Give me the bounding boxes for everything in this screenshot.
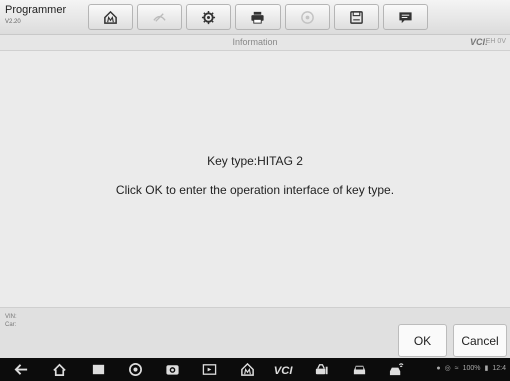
help-button[interactable]	[284, 4, 330, 30]
status-area: ● ◎ ≈ 100% ▮ 12:4	[436, 364, 506, 373]
settings-gear-icon	[202, 10, 216, 24]
footer: VIN: Car: OK Cancel	[0, 307, 510, 359]
home-icon	[104, 10, 117, 24]
vehicle-service-icon	[315, 364, 328, 375]
home-nav-button[interactable]	[52, 362, 67, 377]
back-arrow-icon	[14, 364, 28, 375]
chat-status-icon: ●	[436, 364, 441, 372]
print-button[interactable]	[235, 4, 281, 30]
ok-button[interactable]: OK	[398, 324, 447, 357]
app-title: Programmer	[5, 4, 67, 16]
recent-apps-button[interactable]	[91, 362, 106, 377]
notification-icon: ◎	[444, 365, 451, 372]
recent-apps-icon	[92, 364, 105, 375]
vehicle-swap-button[interactable]	[137, 4, 183, 30]
message-button[interactable]	[382, 4, 428, 30]
wifi-icon: ≈	[454, 364, 459, 372]
car-icon	[353, 365, 366, 375]
screen-mirror-button[interactable]	[202, 362, 217, 377]
home-menu-button[interactable]	[240, 362, 255, 377]
home-menu-icon	[241, 362, 254, 376]
key-type-text: Key type:HITAG 2	[207, 154, 303, 168]
app-version: V2.20	[5, 19, 21, 25]
main-content: Key type:HITAG 2 Click OK to enter the o…	[0, 51, 510, 307]
toolbar	[88, 4, 428, 30]
vin-label: VIN:	[5, 314, 17, 320]
info-bar: Information VCI: EH 0V	[0, 35, 510, 51]
back-button[interactable]	[14, 362, 29, 377]
browser-icon	[129, 363, 142, 376]
printer-icon	[251, 11, 265, 24]
remote-support-button[interactable]	[389, 362, 404, 377]
screen-mirror-icon	[202, 364, 217, 375]
help-icon	[300, 10, 314, 24]
svg-text:VCI: VCI	[274, 365, 294, 377]
remote-car-icon	[389, 363, 404, 376]
save-button[interactable]	[333, 4, 379, 30]
vci-status: EH 0V	[485, 38, 506, 45]
vehicle-service-button[interactable]	[314, 362, 329, 377]
save-icon	[349, 10, 363, 24]
message-icon	[399, 11, 412, 23]
settings-button[interactable]	[186, 4, 232, 30]
home-button[interactable]	[88, 4, 134, 30]
system-nav-bar: VCI ● ◎ ≈ 100% ▮ 12:4	[0, 358, 510, 381]
battery-level: 100%	[462, 364, 481, 372]
vci-button[interactable]: VCI	[272, 362, 296, 377]
cancel-button[interactable]: Cancel	[453, 324, 507, 357]
page-title: Information	[232, 37, 278, 47]
vci-icon: VCI	[274, 365, 294, 377]
top-bar: Programmer V2.20	[0, 0, 510, 35]
camera-button[interactable]	[165, 362, 180, 377]
vehicle-swap-icon	[153, 12, 166, 22]
clock: 12:4	[492, 364, 506, 372]
car-label: Car:	[5, 322, 17, 328]
browser-button[interactable]	[128, 362, 143, 377]
house-icon	[53, 363, 66, 376]
instruction-message: Click OK to enter the operation interfac…	[115, 183, 395, 197]
camera-icon	[166, 365, 179, 375]
battery-icon: ▮	[484, 365, 489, 372]
car-button[interactable]	[352, 362, 367, 377]
